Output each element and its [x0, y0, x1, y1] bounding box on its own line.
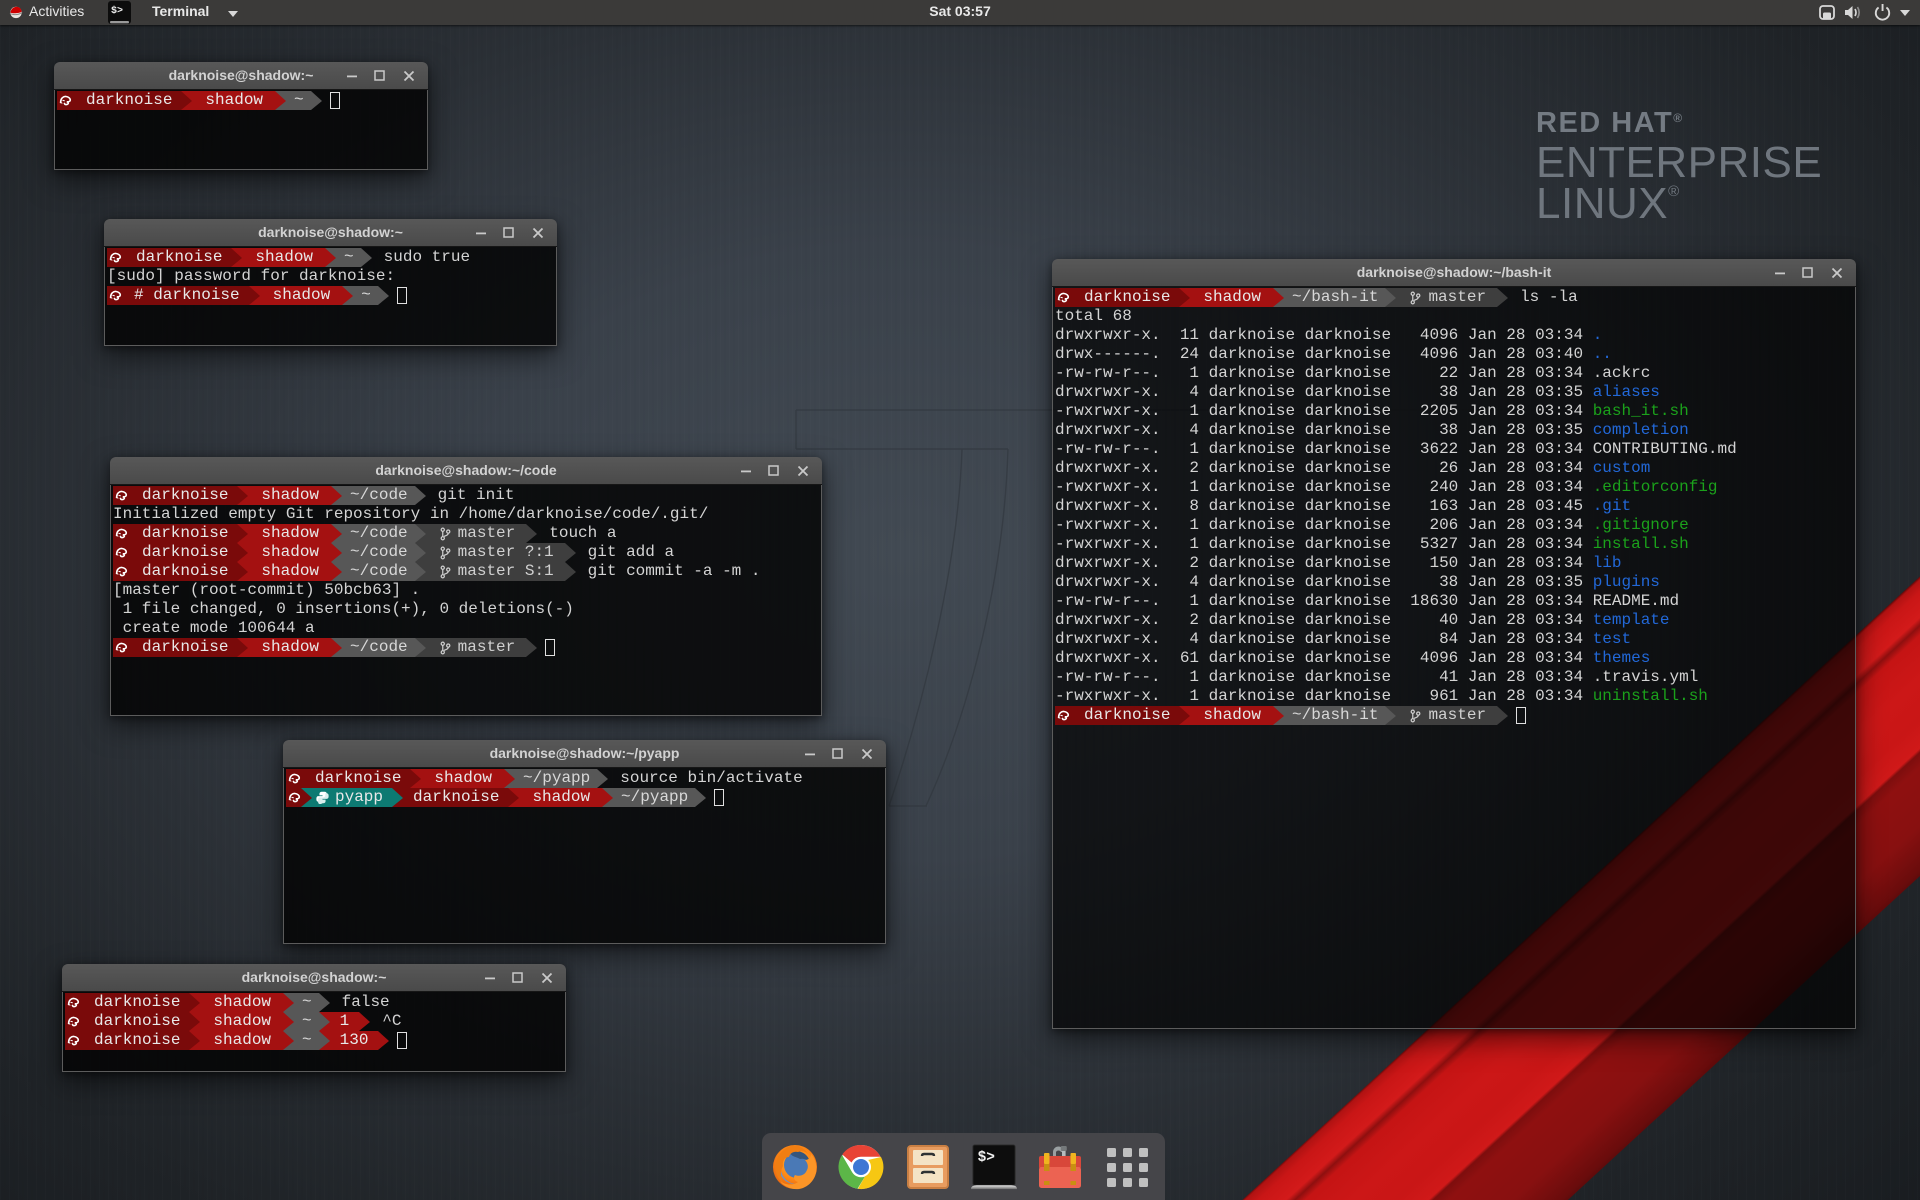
svg-text:$>: $> [978, 1150, 995, 1166]
